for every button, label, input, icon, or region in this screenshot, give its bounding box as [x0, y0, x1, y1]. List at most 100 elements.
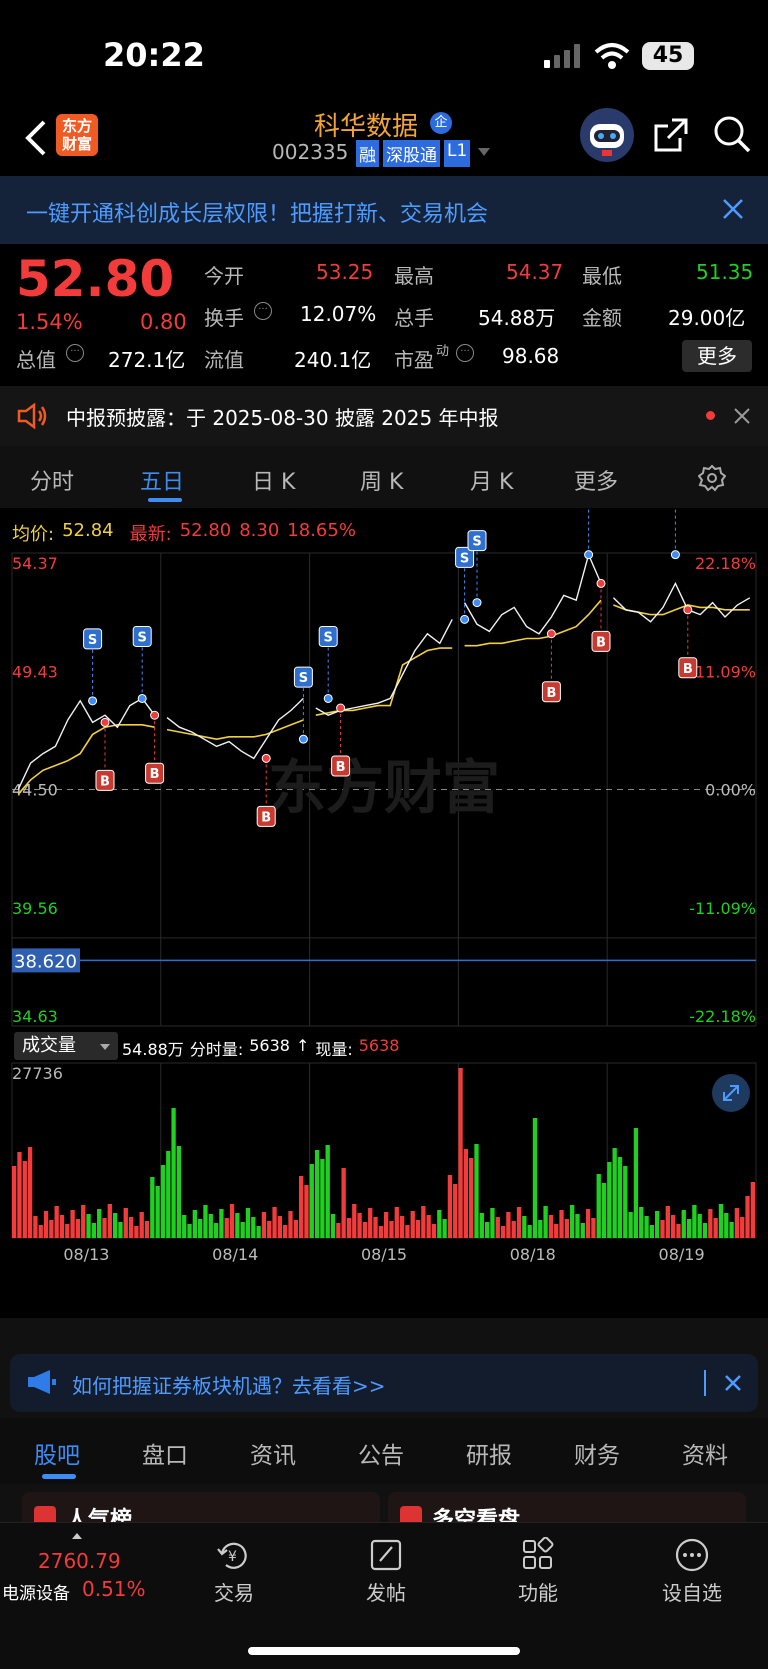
price-line	[612, 581, 751, 623]
avg-price-line	[464, 599, 602, 647]
post-label: 发帖	[366, 1581, 406, 1605]
status-bar: 20:22 45	[0, 0, 768, 100]
low-label: 最低	[582, 264, 622, 288]
edit-icon	[358, 1537, 414, 1577]
x-axis-label: 08/19	[659, 1245, 705, 1264]
divider	[704, 1370, 706, 1396]
pe-label: 市盈	[394, 348, 434, 372]
volume-bar	[458, 1068, 463, 1238]
signal-label: S	[472, 535, 481, 550]
signal-label: B	[596, 635, 606, 650]
five-day-chart[interactable]: 均价: 52.84 最新: 52.80 8.30 18.65% 东方财富 54.3…	[0, 508, 768, 1318]
share-icon[interactable]	[652, 116, 690, 154]
robot-avatar-icon[interactable]	[580, 108, 634, 162]
dropdown-icon[interactable]	[478, 148, 490, 156]
volume-bar	[198, 1219, 203, 1238]
signal-point	[683, 605, 693, 615]
tab-research[interactable]: 研报	[466, 1436, 512, 1470]
tab-daily-k[interactable]: 日 K	[252, 464, 295, 496]
signal-label: B	[100, 774, 110, 789]
tab-more[interactable]: 更多	[574, 464, 618, 496]
now-value: 5638	[358, 1036, 400, 1055]
volume-bar	[86, 1214, 91, 1238]
close-icon[interactable]	[734, 408, 750, 424]
y-axis-label-right: 11.09%	[695, 662, 756, 681]
logo-text-2: 财富	[61, 135, 92, 153]
volume-bar	[272, 1207, 277, 1238]
volume-bar	[224, 1218, 229, 1238]
y-axis-label-right: -22.18%	[689, 1007, 756, 1026]
close-icon[interactable]	[722, 198, 744, 220]
stock-name[interactable]: 科华数据	[314, 106, 418, 143]
volume-bar	[548, 1215, 554, 1238]
add-watchlist-label: 设自选	[662, 1581, 722, 1605]
volume-bar	[150, 1177, 155, 1238]
volume-bar	[724, 1213, 729, 1238]
volume-bar	[304, 1185, 309, 1238]
info-icon[interactable]: ···	[66, 344, 84, 362]
turnover-value: 12.07%	[300, 302, 377, 326]
trade-button[interactable]: ¥ 交易	[206, 1537, 262, 1613]
volume-bar	[187, 1224, 192, 1238]
float-value: 240.1亿	[294, 348, 372, 372]
volume-bar	[585, 1209, 591, 1238]
y-axis-label-left: 44.50	[12, 781, 58, 800]
info-icon[interactable]: ···	[456, 344, 474, 362]
volume-bar	[27, 1147, 33, 1238]
tab-announcement[interactable]: 公告	[358, 1436, 404, 1470]
volume-bar	[70, 1210, 75, 1238]
ad-bar[interactable]: 如何把握证券板块机遇？去看看>>	[10, 1354, 758, 1412]
gear-icon[interactable]	[697, 464, 727, 492]
index-pct: 0.51%	[82, 1577, 146, 1601]
volume-bar	[702, 1223, 708, 1238]
add-watchlist-button[interactable]: 设自选	[656, 1537, 728, 1613]
logo-text-1: 东方	[61, 117, 92, 135]
volume-bar	[203, 1205, 208, 1238]
volume-bar	[628, 1212, 633, 1238]
stock-code: 002335	[272, 140, 349, 164]
volume-bar	[261, 1212, 267, 1238]
last-price: 52.80	[16, 250, 175, 308]
signal-point	[100, 717, 110, 727]
promo-banner[interactable]: 一键开通科创成长层权限！把握打新、交易机会	[0, 176, 768, 244]
tab-weekly-k[interactable]: 周 K	[360, 464, 403, 496]
volume-bar	[325, 1145, 330, 1238]
signal-label: S	[88, 633, 97, 648]
signal-label: B	[150, 767, 160, 782]
volume-bar	[336, 1223, 341, 1238]
volume-summary: 54.88万 分时量: 5638 ↑ 现量: 5638	[122, 1036, 399, 1060]
tab-forum[interactable]: 股吧	[34, 1436, 80, 1470]
close-icon[interactable]	[724, 1374, 742, 1392]
mcap-label: 总值	[16, 348, 56, 372]
volume-bar	[368, 1208, 373, 1238]
signal-point	[460, 614, 470, 624]
info-icon[interactable]: ···	[254, 302, 272, 320]
index-ticker[interactable]: 2760.79 电源设备 0.51%	[0, 1523, 170, 1623]
x-axis-label: 08/14	[212, 1245, 258, 1264]
tab-profile[interactable]: 资料	[682, 1436, 728, 1470]
high-label: 最高	[394, 264, 434, 288]
more-button[interactable]: 更多	[682, 340, 752, 372]
volume-bar	[192, 1210, 197, 1238]
trade-label: 交易	[214, 1581, 254, 1605]
expand-icon[interactable]	[712, 1074, 750, 1112]
volume-bar	[245, 1208, 251, 1238]
notice-bar[interactable]: 中报预披露：于 2025-08-30 披露 2025 年中报	[0, 386, 768, 446]
volume-bar	[346, 1218, 352, 1238]
fs-value: 5638	[249, 1036, 290, 1055]
function-button[interactable]: 功能	[510, 1536, 566, 1613]
volume-bar	[293, 1220, 298, 1238]
tab-orderbook[interactable]: 盘口	[142, 1436, 188, 1470]
tab-intraday[interactable]: 分时	[30, 464, 74, 496]
back-icon[interactable]	[22, 118, 52, 158]
post-button[interactable]: 发帖	[358, 1537, 414, 1613]
x-axis-label: 08/15	[361, 1245, 407, 1264]
volume-bar	[559, 1210, 564, 1238]
tab-five-day[interactable]: 五日	[140, 464, 184, 496]
tab-news[interactable]: 资讯	[250, 1436, 296, 1470]
tab-finance[interactable]: 财务	[574, 1436, 620, 1470]
search-icon[interactable]	[712, 114, 752, 154]
tab-monthly-k[interactable]: 月 K	[470, 464, 513, 496]
volume-bar	[670, 1215, 676, 1238]
fs-arrow: ↑	[295, 1036, 310, 1055]
